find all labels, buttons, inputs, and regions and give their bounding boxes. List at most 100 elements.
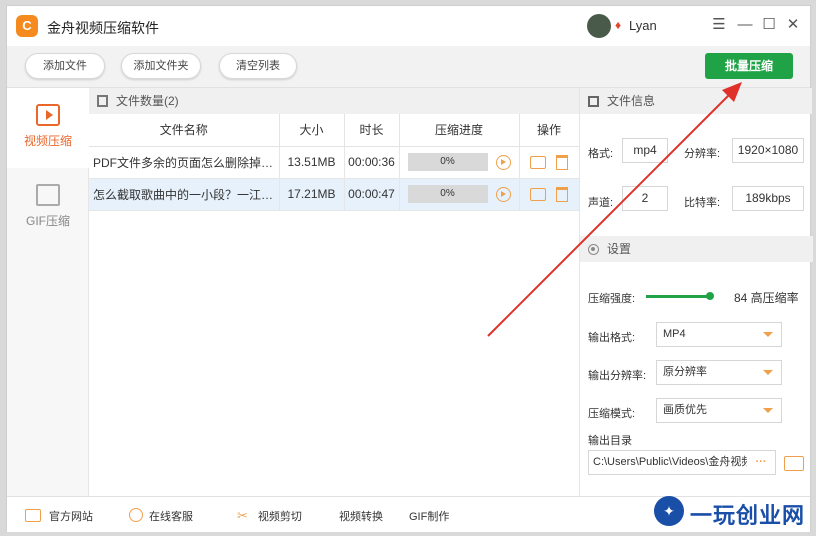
settings-title: 设置 (607, 242, 632, 256)
app-window: C 金舟视频压缩软件 ♦ Lyan ☰ — ☐ ✕ 添加文件 添加文件夹 清空列… (6, 5, 813, 532)
table-row[interactable]: 怎么截取歌曲中的一小段？一江下... 17.21MB 00:00:47 0% (89, 178, 580, 211)
minimize-button[interactable]: — (735, 15, 755, 35)
website-link[interactable]: 官方网站 (25, 508, 93, 524)
trash-icon[interactable] (556, 154, 568, 170)
output-resolution-select[interactable]: 原分辨率 (656, 360, 782, 385)
nav-gif-compress-label: GIF压缩 (26, 214, 70, 228)
chevron-down-icon (763, 332, 773, 337)
video-cut-link[interactable]: ✂ 视频剪切 (237, 508, 302, 524)
actions-cell (519, 178, 580, 211)
maximize-button[interactable]: ☐ (759, 15, 779, 35)
app-logo-icon: C (16, 15, 38, 37)
table-header-row: 文件名称 大小 时长 压缩进度 操作 (89, 114, 580, 147)
browse-button[interactable]: ··· (747, 451, 775, 474)
document-icon (97, 95, 108, 107)
info-icon (588, 96, 599, 107)
file-duration: 00:00:47 (344, 178, 400, 211)
menu-button[interactable]: ☰ (709, 15, 729, 35)
strength-label: 压缩强度: (588, 293, 636, 305)
side-nav: 视频压缩 GIF压缩 (7, 88, 89, 496)
batch-compress-button[interactable]: 批量压缩 (705, 53, 793, 79)
channels-label: 声道: (588, 197, 614, 209)
settings-radio-icon (588, 244, 599, 255)
col-header-actions: 操作 (519, 114, 580, 147)
format-value: mp4 (622, 138, 668, 163)
strength-slider-thumb[interactable] (706, 292, 714, 300)
file-list-panel: 文件数量(2) 文件名称 大小 时长 压缩进度 操作 PDF文件多余的页面怎么删… (89, 88, 580, 496)
col-header-size: 大小 (279, 114, 345, 147)
strength-value: 84 高压缩率 (734, 291, 799, 305)
resolution-label: 分辨率: (684, 148, 721, 160)
col-header-progress: 压缩进度 (399, 114, 520, 147)
video-convert-label: 视频转换 (339, 511, 383, 523)
image-icon (36, 184, 60, 206)
output-format-select[interactable]: MP4 (656, 322, 782, 347)
file-name: 怎么截取歌曲中的一小段？一江下... (89, 178, 280, 211)
output-dir-label: 输出目录 (588, 435, 632, 447)
strength-slider-track[interactable] (646, 295, 710, 298)
avatar[interactable] (587, 14, 611, 38)
watermark-text: 一玩创业网 (690, 503, 806, 529)
file-info-title: 文件信息 (607, 94, 656, 108)
output-format-value: MP4 (663, 328, 686, 340)
play-icon[interactable] (495, 154, 511, 170)
support-label: 在线客服 (149, 511, 193, 523)
bitrate-value: 189kbps (732, 186, 804, 211)
file-size: 13.51MB (279, 146, 345, 179)
toolbar: 添加文件 添加文件夹 清空列表 批量压缩 (7, 46, 810, 88)
gif-make-link[interactable]: GIF制作 (409, 508, 449, 524)
resolution-value: 1920×1080 (732, 138, 804, 163)
website-label: 官方网站 (49, 511, 93, 523)
chevron-down-icon (763, 370, 773, 375)
play-icon[interactable] (495, 186, 511, 202)
folder-icon[interactable] (530, 187, 546, 201)
channels-value: 2 (622, 186, 668, 211)
settings-header: 设置 (580, 236, 813, 262)
file-name: PDF文件多余的页面怎么删除掉？... (89, 146, 280, 179)
add-folder-button[interactable]: 添加文件夹 (121, 53, 201, 79)
video-cut-label: 视频剪切 (257, 511, 302, 523)
add-file-button[interactable]: 添加文件 (25, 53, 105, 79)
open-folder-icon[interactable] (784, 456, 804, 471)
title-bar: C 金舟视频压缩软件 ♦ Lyan ☰ — ☐ ✕ (7, 6, 810, 46)
nav-gif-compress[interactable]: GIF压缩 (7, 184, 89, 244)
chevron-down-icon (763, 408, 773, 413)
nav-video-compress-label: 视频压缩 (23, 134, 72, 148)
file-info-header: 文件信息 (580, 88, 812, 114)
user-icon (129, 508, 143, 522)
file-count-header: 文件数量(2) (89, 88, 579, 114)
progress-bar: 0% (407, 153, 488, 171)
nav-video-compress[interactable]: 视频压缩 (7, 88, 89, 168)
progress-cell: 0% (399, 178, 520, 211)
col-header-name: 文件名称 (89, 114, 280, 147)
file-table: 文件名称 大小 时长 压缩进度 操作 PDF文件多余的页面怎么删除掉？... 1… (89, 114, 580, 211)
compress-mode-value: 画质优先 (663, 404, 707, 416)
format-label: 格式: (588, 148, 614, 160)
user-name[interactable]: Lyan (629, 18, 657, 33)
compress-mode-label: 压缩模式: (588, 408, 636, 420)
right-panel: 文件信息 格式: mp4 分辨率: 1920×1080 声道: 2 比特率: 1… (579, 88, 813, 496)
monitor-icon (25, 509, 41, 522)
folder-icon[interactable] (530, 155, 546, 169)
file-count: 文件数量(2) (116, 94, 179, 108)
clear-list-button[interactable]: 清空列表 (219, 53, 297, 79)
app-title: 金舟视频压缩软件 (47, 20, 159, 36)
close-button[interactable]: ✕ (783, 15, 803, 35)
video-convert-link[interactable]: 视频转换 (339, 508, 383, 524)
output-format-label: 输出格式: (588, 332, 636, 344)
compress-mode-select[interactable]: 画质优先 (656, 398, 782, 423)
output-resolution-value: 原分辨率 (663, 366, 707, 378)
vip-diamond-icon: ♦ (615, 18, 622, 32)
bitrate-label: 比特率: (684, 197, 721, 209)
watermark-logo-icon: ✦ (654, 496, 684, 526)
play-icon (36, 104, 60, 126)
output-dir-value: C:\Users\Public\Videos\金舟视频 (593, 456, 753, 468)
file-duration: 00:00:36 (344, 146, 400, 179)
output-resolution-label: 输出分辨率: (588, 370, 647, 382)
output-dir-field[interactable]: C:\Users\Public\Videos\金舟视频 ··· (588, 450, 776, 475)
table-row[interactable]: PDF文件多余的页面怎么删除掉？... 13.51MB 00:00:36 0% (89, 146, 580, 179)
trash-icon[interactable] (556, 186, 568, 202)
support-link[interactable]: 在线客服 (129, 508, 193, 524)
progress-cell: 0% (399, 146, 520, 179)
actions-cell (519, 146, 580, 179)
